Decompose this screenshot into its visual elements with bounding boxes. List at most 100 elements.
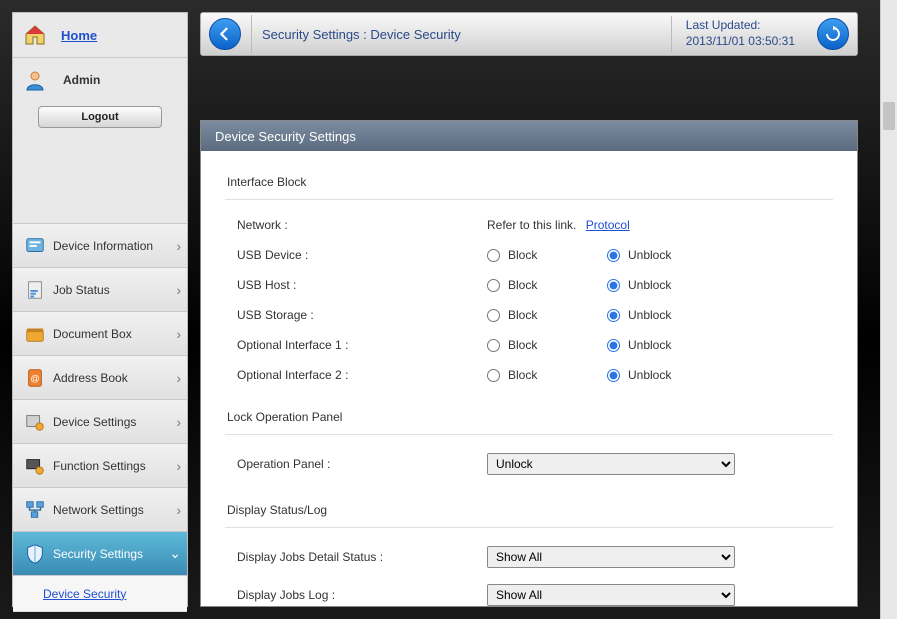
optional1-unblock-radio[interactable] — [607, 339, 620, 352]
row-display-detail: Display Jobs Detail Status : Show All — [225, 538, 833, 576]
breadcrumb: Security Settings : Device Security — [262, 27, 461, 42]
row-label: Optional Interface 1 : — [237, 338, 487, 352]
optional2-unblock-radio[interactable] — [607, 369, 620, 382]
row-label: USB Device : — [237, 248, 487, 262]
window-scrollbar[interactable] — [880, 0, 897, 619]
section-lock: Lock Operation Panel — [225, 404, 833, 430]
sidebar-item-function-settings[interactable]: Function Settings › — [13, 444, 187, 488]
address-book-icon: @ — [23, 366, 47, 390]
protocol-link[interactable]: Protocol — [586, 218, 630, 232]
section-display: Display Status/Log — [225, 497, 833, 523]
divider — [225, 434, 833, 435]
opt-label: Unblock — [628, 278, 671, 292]
last-updated-label: Last Updated: — [686, 18, 795, 34]
row-operation-panel: Operation Panel : Unlock — [225, 445, 833, 483]
opt-label: Block — [508, 368, 537, 382]
network-settings-icon — [23, 498, 47, 522]
usb-device-block-radio[interactable] — [487, 249, 500, 262]
sidebar-item-security-settings[interactable]: Security Settings ⌄ — [13, 532, 187, 576]
content: Security Settings : Device Security Last… — [200, 12, 858, 607]
sidebar-item-address-book[interactable]: @ Address Book › — [13, 356, 187, 400]
display-detail-label: Display Jobs Detail Status : — [237, 550, 487, 564]
user-label: Admin — [63, 73, 100, 87]
nav-label: Document Box — [53, 327, 132, 341]
row-label: USB Storage : — [237, 308, 487, 322]
user-icon — [23, 68, 47, 92]
nav-label: Job Status — [53, 283, 110, 297]
usb-storage-block-radio[interactable] — [487, 309, 500, 322]
divider — [225, 199, 833, 200]
row-display-log: Display Jobs Log : Show All — [225, 576, 833, 606]
operation-panel-select[interactable]: Unlock — [487, 453, 735, 475]
topbar-divider — [251, 15, 252, 53]
opt-label: Block — [508, 248, 537, 262]
home-link[interactable]: Home — [61, 28, 97, 43]
chevron-right-icon: › — [176, 414, 181, 430]
opt-label: Block — [508, 308, 537, 322]
nav-label: Network Settings — [53, 503, 144, 517]
display-log-label: Display Jobs Log : — [237, 588, 487, 602]
opt-label: Block — [508, 278, 537, 292]
sidebar-item-device-settings[interactable]: Device Settings › — [13, 400, 187, 444]
refresh-button[interactable] — [817, 18, 849, 50]
last-updated-value: 2013/11/01 03:50:31 — [686, 34, 795, 50]
sidebar-item-device-information[interactable]: Device Information › — [13, 224, 187, 268]
panel-title: Device Security Settings — [201, 121, 857, 151]
svg-text:@: @ — [30, 373, 39, 383]
chevron-right-icon: › — [176, 458, 181, 474]
nav-label: Device Settings — [53, 415, 136, 429]
shield-icon — [23, 542, 47, 566]
usb-host-block-radio[interactable] — [487, 279, 500, 292]
row-usb-storage: USB Storage : Block Unblock — [225, 300, 833, 330]
job-status-icon — [23, 278, 47, 302]
network-note: Refer to this link. — [487, 218, 576, 232]
usb-device-unblock-radio[interactable] — [607, 249, 620, 262]
panel: Device Security Settings Interface Block… — [200, 120, 858, 607]
network-label: Network : — [237, 218, 487, 232]
row-label: USB Host : — [237, 278, 487, 292]
usb-storage-unblock-radio[interactable] — [607, 309, 620, 322]
section-interface-block: Interface Block — [225, 169, 833, 195]
opt-label: Unblock — [628, 338, 671, 352]
sidebar-item-document-box[interactable]: Document Box › — [13, 312, 187, 356]
opt-label: Unblock — [628, 308, 671, 322]
device-info-icon — [23, 234, 47, 258]
row-optional-2: Optional Interface 2 : Block Unblock — [225, 360, 833, 390]
last-updated: Last Updated: 2013/11/01 03:50:31 — [671, 16, 809, 51]
sidebar-sub-device-security[interactable]: Device Security — [13, 576, 187, 612]
display-log-select[interactable]: Show All — [487, 584, 735, 606]
device-settings-icon — [23, 410, 47, 434]
sidebar-item-job-status[interactable]: Job Status › — [13, 268, 187, 312]
chevron-right-icon: › — [176, 238, 181, 254]
chevron-right-icon: › — [176, 502, 181, 518]
sidebar-item-network-settings[interactable]: Network Settings › — [13, 488, 187, 532]
function-settings-icon — [23, 454, 47, 478]
display-detail-select[interactable]: Show All — [487, 546, 735, 568]
sidebar-spacer — [13, 142, 187, 224]
opt-label: Unblock — [628, 248, 671, 262]
optional2-block-radio[interactable] — [487, 369, 500, 382]
topbar: Security Settings : Device Security Last… — [200, 12, 858, 56]
optional1-block-radio[interactable] — [487, 339, 500, 352]
nav-label: Security Settings — [53, 547, 143, 561]
sidebar-home[interactable]: Home — [13, 13, 187, 58]
chevron-right-icon: › — [176, 370, 181, 386]
scroll-thumb[interactable] — [883, 102, 895, 130]
chevron-right-icon: › — [176, 282, 181, 298]
document-box-icon — [23, 322, 47, 346]
home-icon — [23, 23, 47, 47]
chevron-down-icon: ⌄ — [169, 545, 181, 562]
sidebar: Home Admin Logout Device Information › — [12, 12, 188, 607]
usb-host-unblock-radio[interactable] — [607, 279, 620, 292]
row-optional-1: Optional Interface 1 : Block Unblock — [225, 330, 833, 360]
back-button[interactable] — [209, 18, 241, 50]
operation-panel-label: Operation Panel : — [237, 457, 487, 471]
row-label: Optional Interface 2 : — [237, 368, 487, 382]
row-network: Network : Refer to this link. Protocol — [225, 210, 833, 240]
opt-label: Block — [508, 338, 537, 352]
nav-label: Function Settings — [53, 459, 146, 473]
row-usb-host: USB Host : Block Unblock — [225, 270, 833, 300]
nav-label: Address Book — [53, 371, 128, 385]
logout-button[interactable]: Logout — [38, 106, 162, 128]
row-usb-device: USB Device : Block Unblock — [225, 240, 833, 270]
